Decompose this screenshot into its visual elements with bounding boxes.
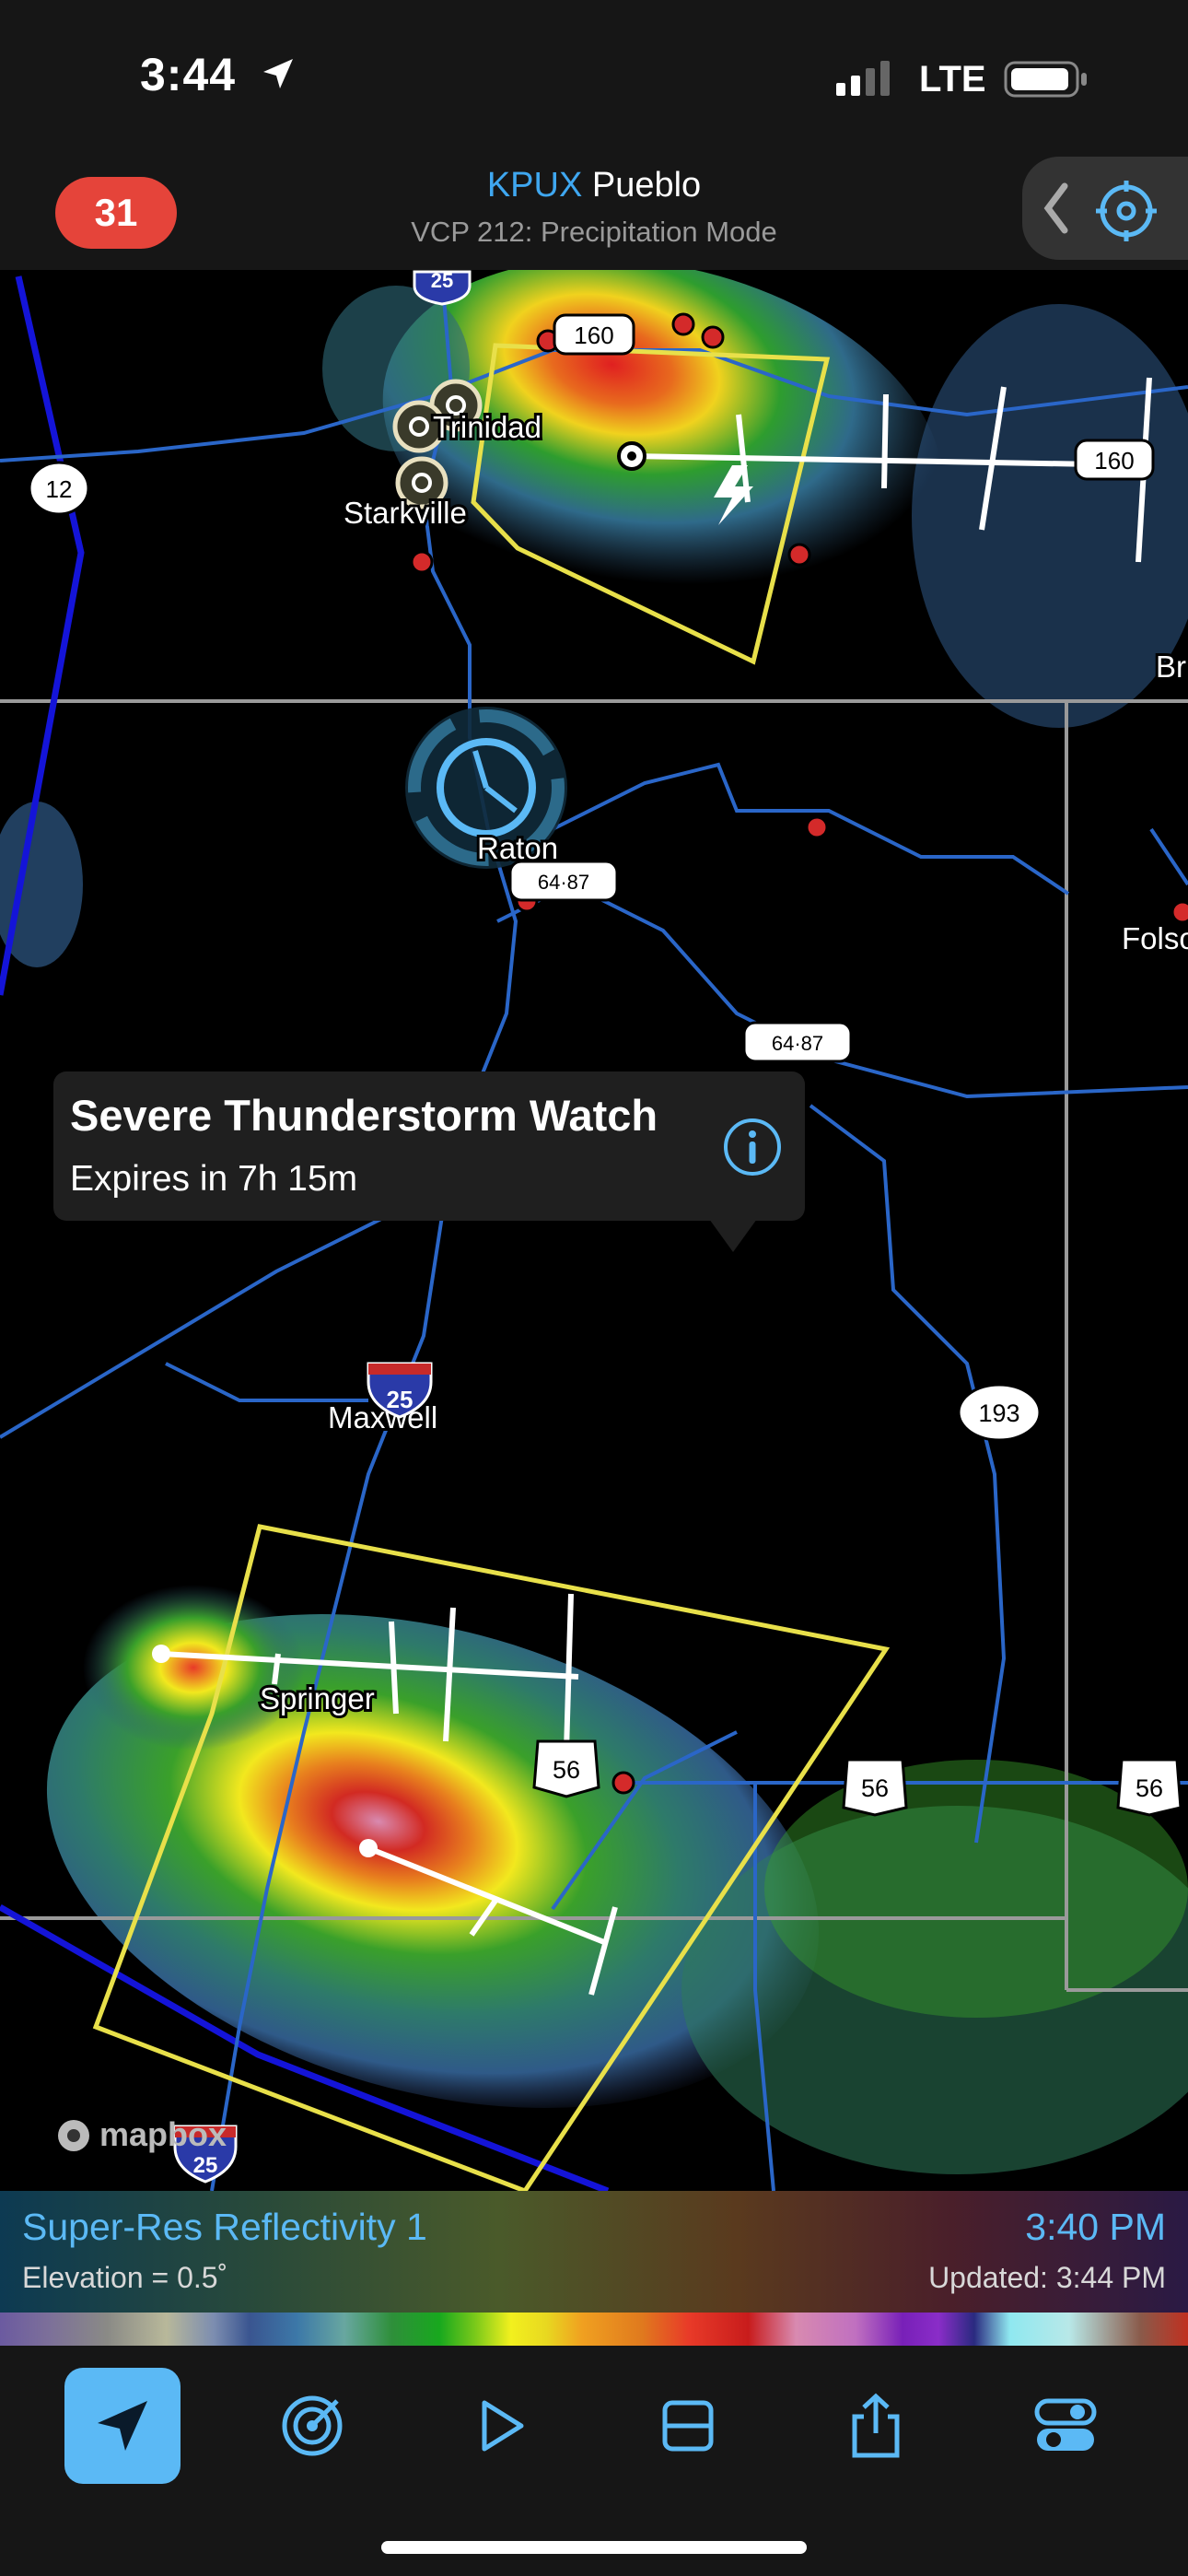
product-elevation: Elevation = 0.5˚ xyxy=(22,2261,228,2294)
us-route-shield-56-far-east: 56 xyxy=(1116,1758,1182,1817)
vcp-mode: VCP 212: Precipitation Mode xyxy=(411,216,777,248)
label-folsom: Folsom xyxy=(1122,921,1188,955)
battery-icon xyxy=(1004,61,1087,98)
us-route-shield-56: 56 xyxy=(532,1739,600,1798)
svg-text:56: 56 xyxy=(861,1774,889,1802)
network-type: LTE xyxy=(919,59,986,100)
mapbox-logo-icon xyxy=(58,2120,89,2151)
label-br: Br xyxy=(1156,650,1186,684)
us-route-shield-56-east: 56 xyxy=(842,1758,908,1817)
radar-map-canvas[interactable]: Trinidad Starkville Raton Folsom Maxwell… xyxy=(0,270,1188,2191)
product-name[interactable]: Super-Res Reflectivity 1 xyxy=(22,2206,427,2249)
us-route-shield-160-east: 160 xyxy=(1074,439,1155,481)
radar-target-button[interactable] xyxy=(254,2368,370,2484)
settings-toggle-button[interactable] xyxy=(1007,2368,1124,2484)
svg-text:25: 25 xyxy=(193,2153,218,2178)
svg-text:64·87: 64·87 xyxy=(538,871,589,894)
layout-icon xyxy=(662,2400,714,2452)
crosshair-icon[interactable] xyxy=(1094,179,1159,243)
watch-title: Severe Thunderstorm Watch xyxy=(70,1091,658,1140)
radar-target-icon xyxy=(282,2395,343,2456)
location-button[interactable] xyxy=(64,2368,181,2484)
us-route-shield-64-87: 64·87 xyxy=(508,860,619,902)
label-trinidad: Trinidad xyxy=(433,410,542,444)
storm-cell-marker-sw[interactable] xyxy=(152,1645,170,1663)
svg-text:56: 56 xyxy=(553,1756,580,1784)
share-button[interactable] xyxy=(818,2368,934,2484)
watch-expiry: Expires in 7h 15m xyxy=(70,1159,358,1199)
interstate-shield-i25-north: 25 xyxy=(413,270,472,306)
layout-button[interactable] xyxy=(630,2368,746,2484)
location-arrow-icon xyxy=(98,2401,147,2451)
storm-cell-marker-s[interactable] xyxy=(359,1839,378,1857)
updated-time: Updated: 3:44 PM xyxy=(928,2261,1166,2294)
svg-text:160: 160 xyxy=(574,322,613,349)
svg-text:25: 25 xyxy=(387,1386,413,1413)
radar-site-title[interactable]: KPUX Pueblo xyxy=(0,166,1188,205)
svg-text:64·87: 64·87 xyxy=(772,1032,823,1055)
info-icon[interactable] xyxy=(722,1117,783,1177)
us-route-shield-160: 160 xyxy=(553,313,635,356)
radar-reflectivity xyxy=(0,270,1188,2174)
watch-popup-pointer xyxy=(709,1219,757,1252)
status-time: 3:44 xyxy=(140,49,237,100)
svg-text:56: 56 xyxy=(1136,1774,1163,1802)
site-code: KPUX xyxy=(486,166,583,205)
cell-signal-icon xyxy=(836,61,890,96)
us-route-shield-12: 12 xyxy=(28,461,90,516)
share-icon xyxy=(852,2393,900,2458)
home-indicator[interactable] xyxy=(381,2541,807,2554)
radar-map[interactable]: Trinidad Starkville Raton Folsom Maxwell… xyxy=(0,270,1188,2191)
svg-text:193: 193 xyxy=(978,1399,1019,1427)
chevron-left-icon[interactable] xyxy=(1037,181,1074,236)
location-services-icon xyxy=(263,59,293,88)
play-icon xyxy=(482,2400,524,2452)
svg-text:12: 12 xyxy=(46,475,73,503)
reflectivity-color-scale xyxy=(0,2313,1188,2346)
label-springer: Springer xyxy=(260,1681,375,1715)
site-name: Pueblo xyxy=(591,166,702,205)
state-route-shield-193: 193 xyxy=(957,1383,1042,1442)
svg-text:25: 25 xyxy=(431,270,453,292)
mapbox-attribution[interactable]: mapbox xyxy=(99,2115,227,2154)
scan-time: 3:40 PM xyxy=(1025,2206,1166,2248)
us-route-shield-64-87-east: 64·87 xyxy=(742,1021,853,1063)
svg-text:160: 160 xyxy=(1094,447,1134,474)
play-button[interactable] xyxy=(442,2368,558,2484)
settings-toggle-icon xyxy=(1034,2398,1097,2451)
label-raton: Raton xyxy=(477,831,558,865)
label-starkville: Starkville xyxy=(344,496,467,530)
